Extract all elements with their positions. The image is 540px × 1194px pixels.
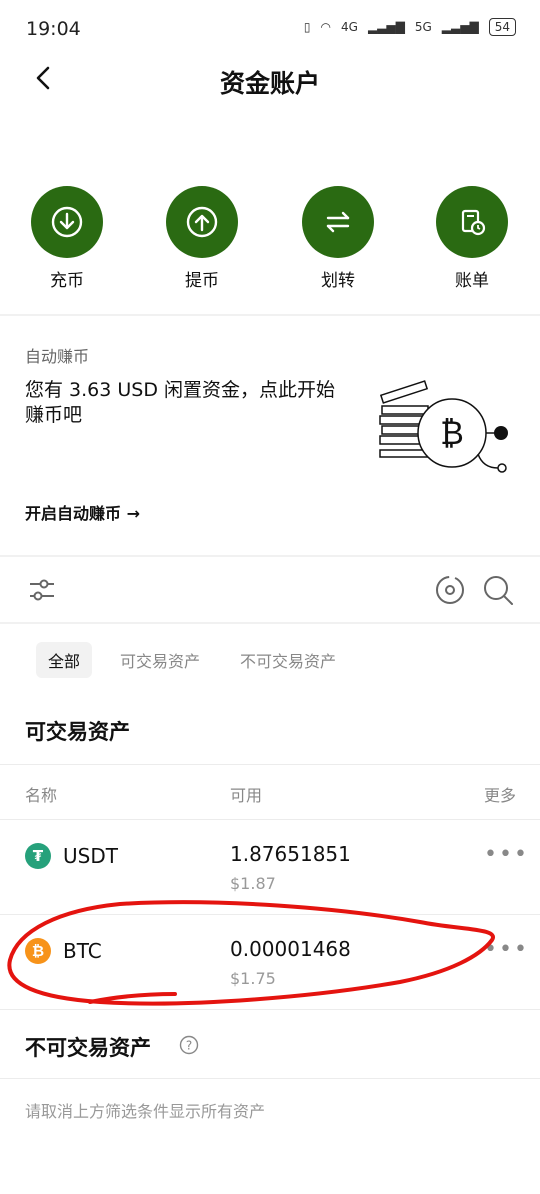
page-title: 资金账户 xyxy=(219,69,320,98)
svg-text:₿: ₿ xyxy=(440,414,464,452)
bill-label: 账单 xyxy=(455,271,489,291)
help-icon[interactable]: ? xyxy=(179,1035,199,1055)
usdt-icon: ₮ xyxy=(25,843,51,869)
earn-caption: 自动赚币 xyxy=(25,347,90,366)
bill-button[interactable]: 账单 xyxy=(422,186,522,291)
divider xyxy=(0,555,540,557)
bitcoin-coins-illustration: ₿ xyxy=(379,380,508,473)
asset-tabs: 全部 可交易资产 不可交易资产 xyxy=(36,642,348,678)
search-icon[interactable] xyxy=(482,574,514,606)
wifi-icon: ◠ xyxy=(320,20,331,34)
divider xyxy=(0,622,540,624)
earn-message[interactable]: 您有 3.63 USD 闲置资金，点此开始赚币吧 xyxy=(25,378,345,428)
filter-icon[interactable] xyxy=(28,576,56,604)
tab-non-tradable[interactable]: 不可交易资产 xyxy=(228,642,348,678)
withdraw-button[interactable]: 提币 xyxy=(152,186,252,291)
tab-all[interactable]: 全部 xyxy=(36,642,93,678)
status-icons: ▯ ◠ 4G ▂▃▅▇ 5G ▂▃▅▇ 54 xyxy=(304,18,516,36)
column-more: 更多 xyxy=(483,786,516,805)
deposit-label: 充币 xyxy=(50,271,84,291)
asset-symbol: USDT xyxy=(63,844,118,868)
transfer-label: 划转 xyxy=(321,271,355,291)
vibrate-icon: ▯ xyxy=(303,20,311,34)
signal-icon: ▂▃▅▇ xyxy=(441,20,479,34)
tradable-section-title: 可交易资产 xyxy=(25,720,130,744)
tab-tradable[interactable]: 可交易资产 xyxy=(108,642,212,678)
divider xyxy=(0,314,540,316)
column-available: 可用 xyxy=(230,786,263,805)
more-options-icon[interactable]: ••• xyxy=(484,842,529,867)
withdraw-label: 提币 xyxy=(185,271,219,291)
divider xyxy=(0,1078,540,1079)
divider xyxy=(0,764,540,765)
status-bar: 19:04 ▯ ◠ 4G ▂▃▅▇ 5G ▂▃▅▇ 54 xyxy=(0,0,540,60)
withdraw-icon xyxy=(166,186,238,258)
transfer-icon xyxy=(302,186,374,258)
red-annotation-circle xyxy=(7,900,496,1006)
transfer-button[interactable]: 划转 xyxy=(288,186,388,291)
hide-small-assets-icon[interactable] xyxy=(434,574,466,606)
bill-icon xyxy=(436,186,508,258)
network-label-2: 5G xyxy=(414,20,432,34)
non-tradable-section-title: 不可交易资产 xyxy=(25,1036,151,1060)
status-time: 19:04 xyxy=(26,18,81,40)
signal-icon: ▂▃▅▇ xyxy=(367,20,405,34)
svg-text:?: ? xyxy=(186,1039,192,1053)
network-label-1: 4G xyxy=(341,20,358,34)
battery-indicator: 54 xyxy=(488,18,516,36)
deposit-icon xyxy=(31,186,103,258)
column-name: 名称 xyxy=(25,786,58,805)
enable-auto-earn-link[interactable]: 开启自动赚币 → xyxy=(25,500,140,524)
filter-hint: 请取消上方筛选条件显示所有资产 xyxy=(25,1102,266,1121)
asset-amount: 1.87651851 xyxy=(230,842,351,866)
deposit-button[interactable]: 充币 xyxy=(17,186,117,291)
